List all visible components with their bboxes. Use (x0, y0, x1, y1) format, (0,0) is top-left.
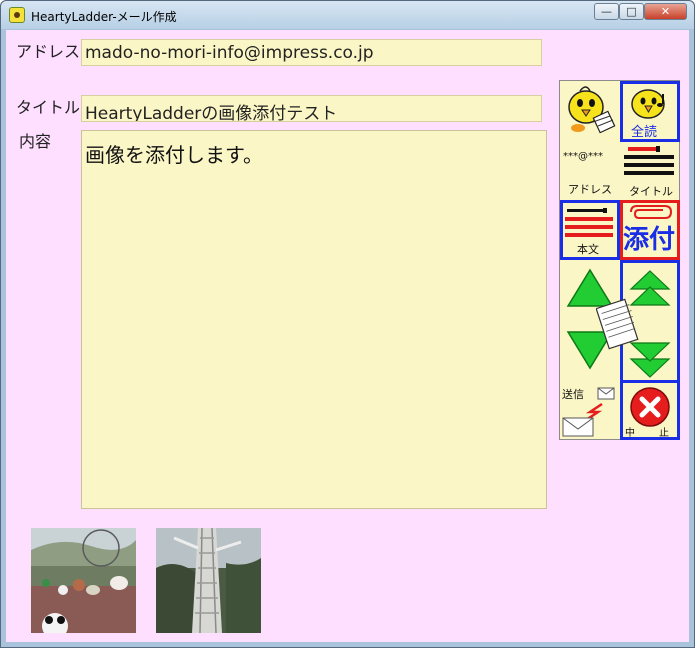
close-window-button[interactable]: ✕ (644, 3, 687, 20)
amusement-park-photo (31, 528, 136, 633)
read-all-label: 全読 (631, 125, 658, 140)
maximize-button[interactable]: □ (619, 3, 644, 20)
send-envelope-icon (562, 387, 615, 437)
body-button[interactable]: 本文 (560, 200, 620, 260)
attach-button[interactable]: 添付 (620, 200, 680, 260)
read-all-button[interactable]: 全読 (620, 81, 680, 142)
minimize-button[interactable]: — (594, 3, 619, 20)
mail-compose-window: HeartyLadder-メール作成 — □ ✕ アドレス mado-no-mo… (0, 0, 695, 648)
title-bar[interactable]: HeartyLadder-メール作成 — □ ✕ (1, 1, 694, 29)
title-field[interactable]: HeartyLadderの画像添付テスト (81, 95, 542, 122)
body-lines-icon (565, 208, 613, 237)
ferris-wheel-photo (156, 528, 261, 633)
app-logo-icon (9, 7, 25, 23)
address-button-label: アドレス (568, 183, 612, 196)
character-button[interactable] (560, 81, 620, 141)
title-button[interactable]: タイトル (620, 142, 680, 200)
content-textarea[interactable]: 画像を添付します。 (81, 130, 547, 509)
address-button[interactable]: ***@*** アドレス (560, 142, 620, 200)
command-panel: 全読 ***@*** アドレス タイトル 本文 添付 送信 中 (559, 80, 680, 440)
cancel-x-icon (630, 387, 670, 427)
body-button-label: 本文 (577, 243, 599, 256)
compose-form: アドレス mado-no-mori-info@impress.co.jp タイト… (6, 30, 689, 642)
attachment-photo-1[interactable] (31, 528, 136, 633)
title-button-label: タイトル (629, 185, 673, 198)
chick-character-icon (568, 86, 616, 134)
address-mask-text: ***@*** (563, 151, 603, 162)
document-icon (596, 298, 639, 350)
content-label: 内容 (19, 132, 52, 151)
address-field[interactable]: mado-no-mori-info@impress.co.jp (81, 39, 542, 66)
cancel-label: 中止 (625, 428, 669, 439)
cancel-button[interactable]: 中止 (620, 380, 680, 440)
chick-reading-icon (631, 89, 665, 119)
title-label: タイトル (16, 98, 81, 117)
send-button[interactable]: 送信 (560, 380, 620, 440)
window-title: HeartyLadder-メール作成 (31, 10, 177, 24)
title-lines-icon (624, 146, 674, 175)
address-label: アドレス (16, 42, 81, 61)
attachment-photo-2[interactable] (156, 528, 261, 633)
attach-label: 添付 (623, 225, 676, 255)
